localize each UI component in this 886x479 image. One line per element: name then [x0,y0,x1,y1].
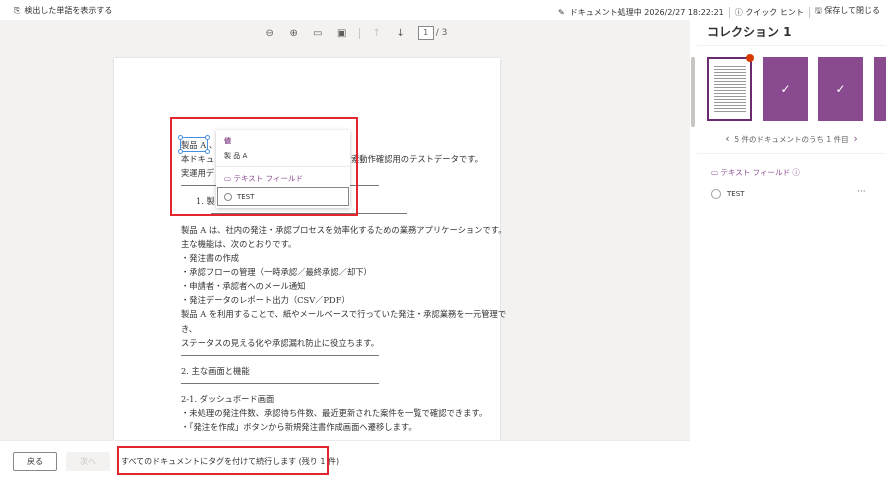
save-close-button[interactable]: 🖫 保存して閉じる [815,5,880,19]
doc-line: 2-1. ダッシュボード画面 [181,394,275,404]
zoom-out-icon[interactable]: ⊖ [263,26,277,40]
save-icon: 🖫 [814,6,822,15]
doc-line: ・申請者・承認者へのメール通知 [181,281,306,291]
zoom-in-icon[interactable]: ⊕ [287,26,301,40]
text-field-icon: ▭ [711,168,719,177]
quick-hint-button[interactable]: ⓘ クイック ヒント [735,7,804,18]
page-total: / 3 [435,28,448,38]
doc-line: 製品 A を利用することで、紙やメールベースで行っていた発注・承認業務を一元管理… [181,309,507,319]
page-input[interactable]: 1 [417,26,434,40]
info-icon[interactable]: ⓘ [792,168,800,177]
doc-line: ・未処理の発注件数、承認待ち件数、最近更新された案件を一覧で確認できます。 [181,408,488,418]
thumbnail-current[interactable] [707,54,754,121]
doc-pager: ‹ 5 件のドキュメントのうち 1 件目 › [697,132,886,145]
pager-text: 5 件のドキュメントのうち 1 件目 [734,135,849,144]
highlight-box [170,117,358,216]
show-words-button[interactable]: ⎘ 検出した単語を表示する [14,5,112,16]
doc-line: ・承認フローの管理（一時承認／最終承認／却下） [181,267,372,277]
doc-line: 2. 主な画面と機能 [181,366,250,376]
document-page: 製品 A 、 本ドキュ 索動作確認用のテストデータです。 実運用デ 1. 製 製… [114,58,507,440]
doc-line: ・「発注を作成」ボタンから新規発注書作成画面へ遷移します。 [181,422,417,432]
doc-line: 索動作確認用のテストデータです。 [351,154,483,164]
tag-item-test[interactable]: TEST [711,189,744,199]
doc-line: ・発注書の作成 [181,253,240,263]
show-words-label: 検出した単語を表示する [24,6,113,15]
doc-line: ステータスの見える化や承認漏れ防止に役立ちます。 [181,338,380,348]
thumbnail-tagged[interactable]: ✓ [818,57,863,121]
thumbnail-tagged[interactable] [874,57,886,121]
next-doc-icon[interactable]: › [853,132,857,145]
scrollbar[interactable] [690,45,697,440]
check-icon: ✓ [835,82,846,96]
quick-hint-label: クイック ヒント [745,7,804,17]
document-viewer: ⊖ ⊕ ▭ ▣ ↑ ↓ 1/ 3 製品 A 、 本ドキュ 索動作確認用のテストデ… [0,20,690,440]
back-button[interactable]: 戻る [13,452,57,471]
pencil-icon: ✎ [558,7,565,17]
top-bar: ⎘ 検出した単語を表示する ✎ ドキュメント処理中 2026/2/27 18:22:… [0,0,886,20]
prev-page-icon[interactable]: ↑ [370,26,384,40]
doc-line: 製品 A は、社内の発注・承認プロセスを効率化するための業務アプリケーションです… [181,225,507,235]
next-button[interactable]: 次へ [66,452,110,471]
side-panel: コレクション 1 ✓ ✓ ‹ 5 件のドキュメントのうち 1 件目 › ▭ テキ… [697,20,886,479]
field-header: ▭ テキスト フィールド ⓘ [711,167,800,178]
prev-doc-icon[interactable]: ‹ [725,132,729,145]
save-close-label: 保存して閉じる [824,6,880,15]
bottom-bar: 戻る 次へ すべてのドキュメントにタグを付けて続行します (残り 1 件) [0,440,690,479]
thumbnail-tagged[interactable]: ✓ [763,57,808,121]
highlight-box [117,446,329,475]
radio-icon [711,189,721,199]
fit-width-icon[interactable]: ▭ [311,26,325,40]
field-header-label: テキスト フィールド [720,168,790,177]
fit-page-icon[interactable]: ▣ [335,26,349,40]
check-icon: ✓ [780,82,791,96]
document-icon: ⎘ [14,5,21,15]
tag-label: TEST [727,190,745,198]
more-icon[interactable]: ··· [857,187,866,197]
doc-line: き、 [181,324,198,334]
doc-line: ・発注データのレポート出力（CSV／PDF） [181,295,350,305]
next-page-icon[interactable]: ↓ [394,26,408,40]
doc-line: 主な機能は、次のとおりです。 [181,239,297,249]
collection-title: コレクション 1 [707,25,792,39]
viewer-toolbar: ⊖ ⊕ ▭ ▣ ↑ ↓ 1/ 3 [0,20,690,46]
status-text: ドキュメント処理中 2026/2/27 18:22:21 [569,7,724,17]
